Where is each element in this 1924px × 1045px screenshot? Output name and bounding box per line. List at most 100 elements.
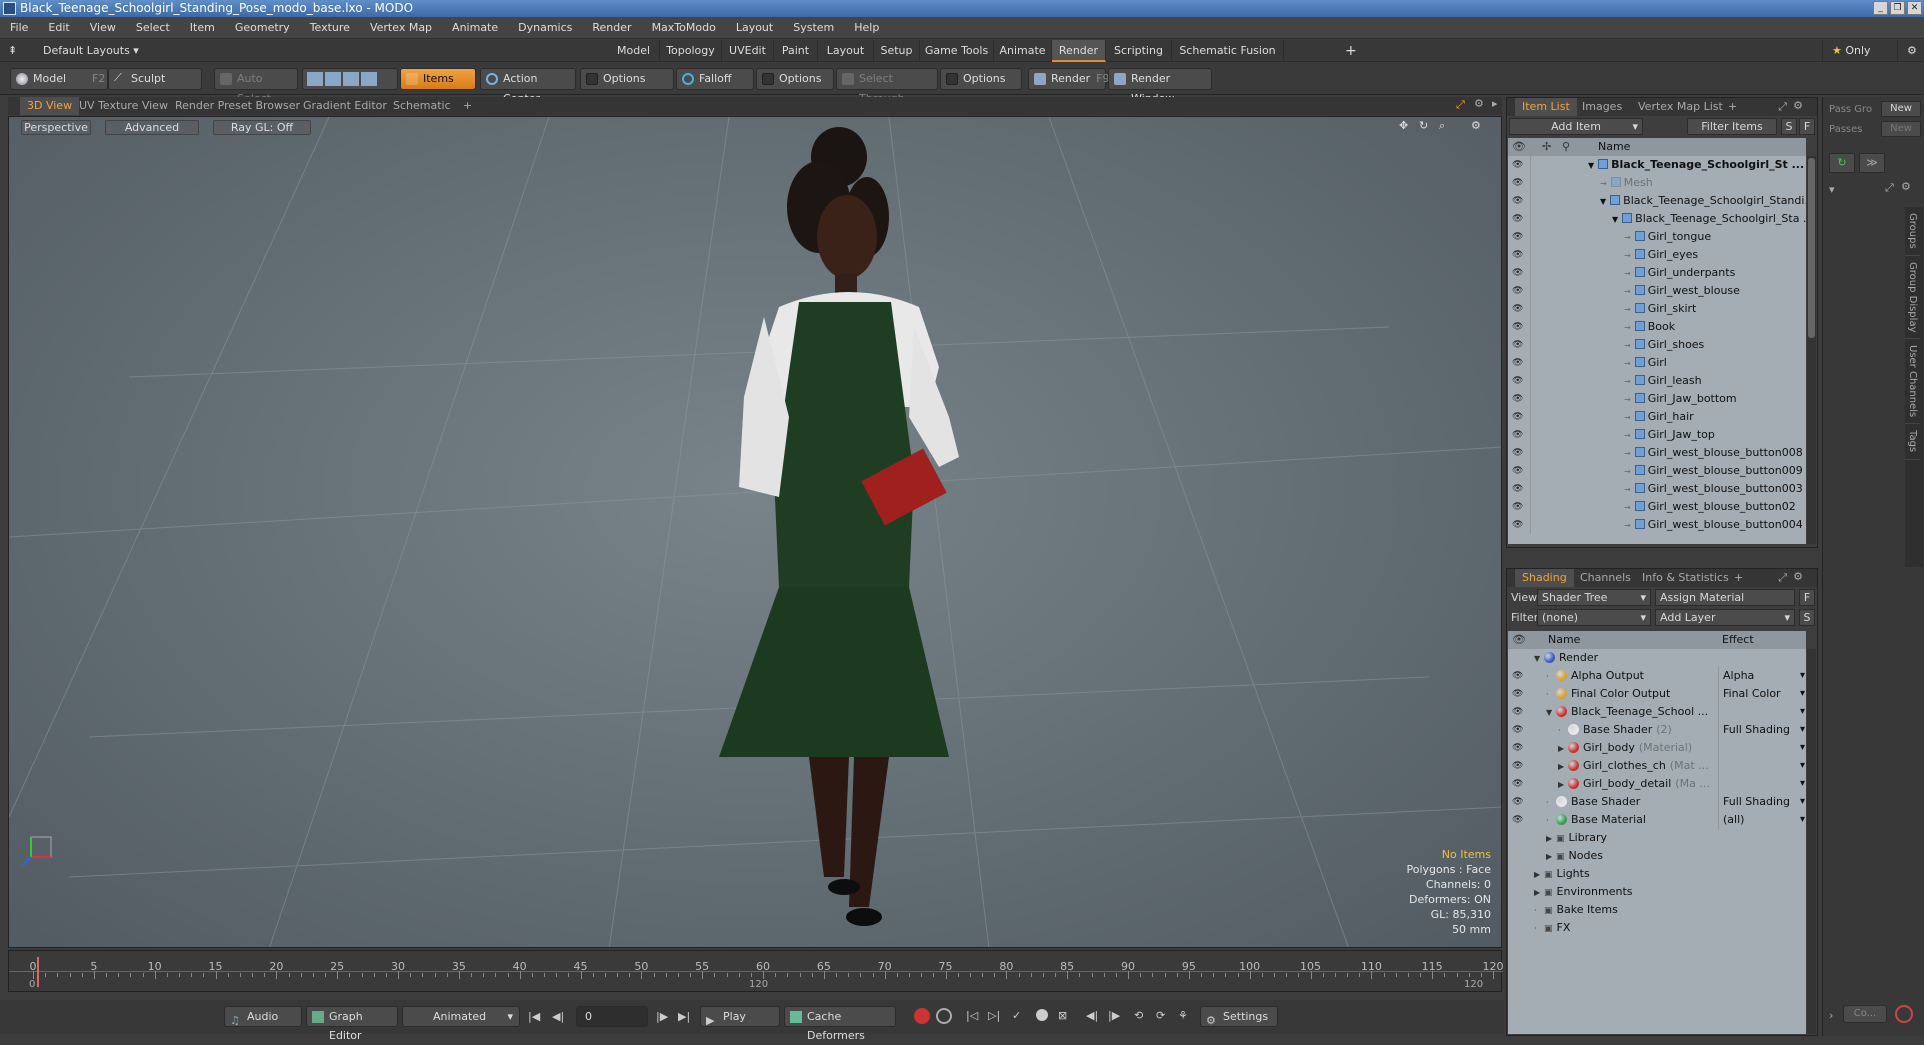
timeline[interactable]: 0 120 120 0 5 10 15 20 25 30 35 40 45 50 55 60 65 70 75…	[8, 950, 1504, 992]
render-window-button[interactable]: Render Window	[1108, 68, 1212, 105]
visibility-eye-icon[interactable]: 👁	[1512, 502, 1523, 512]
shader-row[interactable]: 👁 · Base Shader Full Shading	[1508, 793, 1806, 811]
expand-arrow-icon[interactable]: ▶	[1534, 866, 1544, 884]
effect-dropdown[interactable]	[1718, 703, 1806, 721]
add-layout-tab-button[interactable]: +	[1336, 40, 1366, 62]
item-row[interactable]: 👁 → Girl_west_blouse	[1508, 282, 1806, 300]
restore-button[interactable]: ❐	[1890, 1, 1905, 15]
viewport-tab-5[interactable]: +	[456, 97, 479, 115]
record-icon[interactable]	[1895, 1005, 1913, 1023]
side-tab-groups[interactable]: Groups	[1905, 207, 1920, 256]
visibility-eye-icon[interactable]: 👁	[1512, 340, 1523, 350]
effect-dropdown[interactable]: Final Color	[1718, 685, 1806, 703]
falloff-button[interactable]: Falloff	[676, 68, 754, 90]
only-toggle[interactable]: ★ Only	[1822, 40, 1898, 62]
shader-row[interactable]: 👁 ▼ Black_Teenage_School ...	[1508, 703, 1806, 721]
visibility-eye-icon[interactable]: 👁	[1512, 214, 1523, 224]
model-mode-button[interactable]: Model F2	[10, 68, 108, 90]
gear-icon[interactable]: ⚙	[1793, 99, 1803, 112]
auto-key-icon[interactable]	[936, 1008, 952, 1024]
chevron-right-icon[interactable]: ▸	[1492, 97, 1498, 110]
shading-tab-2[interactable]: Info & Statistics	[1635, 569, 1736, 587]
sculpt-mode-button[interactable]: ⟋ Sculpt	[108, 68, 202, 90]
shader-row[interactable]: 👁 ▶ Girl_body (Material)	[1508, 739, 1806, 757]
visibility-eye-icon[interactable]: 👁	[1512, 725, 1523, 735]
expand-arrow-icon[interactable]: ▼	[1588, 161, 1594, 170]
shading-tab-3[interactable]: +	[1727, 569, 1750, 587]
timeline-playhead[interactable]	[37, 957, 39, 987]
visibility-eye-icon[interactable]: 👁	[1512, 232, 1523, 242]
graph-editor-button[interactable]: Graph Editor	[306, 1006, 398, 1042]
expand-arrow-icon[interactable]: ▼	[1612, 215, 1618, 224]
item-row[interactable]: 👁 → Girl_hair	[1508, 408, 1806, 426]
materials-mode-icon[interactable]	[361, 72, 377, 86]
visibility-eye-icon[interactable]: 👁	[1512, 358, 1523, 368]
item-row[interactable]: 👁 → Girl_west_blouse_button02	[1508, 498, 1806, 516]
viewport-tab-0[interactable]: 3D View	[20, 97, 80, 115]
visibility-eye-icon[interactable]: 👁	[1512, 466, 1523, 476]
step-back-icon[interactable]: ◀|	[552, 1010, 564, 1023]
chevron-right-icon[interactable]: ›	[1829, 1009, 1833, 1022]
shader-row[interactable]: ▶ ▣ Lights	[1508, 865, 1806, 883]
expand-arrow-icon[interactable]: ▶	[1546, 830, 1556, 848]
item-row[interactable]: 👁 → Girl	[1508, 354, 1806, 372]
visibility-eye-icon[interactable]: 👁	[1512, 779, 1523, 789]
menu-render[interactable]: Render	[582, 17, 641, 39]
s-toggle[interactable]: S	[1781, 118, 1797, 135]
shader-tree-dropdown[interactable]: Shader Tree ▾	[1537, 589, 1651, 606]
motion-icon[interactable]: ⚘	[1178, 1009, 1188, 1022]
item-list-tab-3[interactable]: +	[1721, 98, 1744, 116]
next-key-icon[interactable]: |▶	[1108, 1009, 1120, 1022]
expand-icon[interactable]: ⤢	[1456, 98, 1465, 112]
menu-dynamics[interactable]: Dynamics	[508, 17, 582, 39]
command-input[interactable]: Co...	[1843, 1005, 1887, 1023]
shader-row[interactable]: · ▣ FX	[1508, 919, 1806, 937]
item-row[interactable]: 👁 ▼ Black_Teenage_Schoolgirl_Sta ...	[1508, 210, 1806, 228]
key-next-icon[interactable]: ▷|	[988, 1009, 1000, 1022]
shading-scrollbar[interactable]	[1807, 649, 1816, 1034]
menu-file[interactable]: File	[0, 17, 38, 39]
shader-row[interactable]: ▼ Render	[1508, 649, 1806, 667]
item-row[interactable]: 👁 → Girl_Jaw_top	[1508, 426, 1806, 444]
new-pass-button[interactable]: New	[1881, 121, 1921, 137]
key-set-icon[interactable]: ✓	[1012, 1009, 1021, 1022]
auto-select-button[interactable]: Auto Select	[214, 68, 298, 105]
item-list-tab-2[interactable]: Vertex Map List	[1631, 98, 1730, 116]
viewport-tab-2[interactable]: Render Preset Browser	[168, 97, 307, 115]
settings-button[interactable]: ⚙ Settings	[1200, 1006, 1278, 1027]
effect-dropdown[interactable]	[1718, 739, 1806, 757]
visibility-eye-icon[interactable]: 👁	[1512, 376, 1523, 386]
item-list-scrollbar[interactable]	[1807, 156, 1816, 544]
expand-icon[interactable]: ⤢	[1885, 181, 1894, 195]
effect-dropdown[interactable]: Full Shading	[1718, 721, 1806, 739]
shader-row[interactable]: ▶ ▣ Nodes	[1508, 847, 1806, 865]
items-mode-button[interactable]: Items	[400, 68, 476, 90]
menu-select[interactable]: Select	[126, 17, 180, 39]
item-row[interactable]: 👁 ▼ Black_Teenage_Schoolgirl_Standi...	[1508, 192, 1806, 210]
item-row[interactable]: 👁 → Mesh	[1508, 174, 1806, 192]
expand-arrow-icon[interactable]: ▼	[1600, 197, 1606, 206]
cycle-icon[interactable]: ⟳	[1156, 1009, 1165, 1022]
shader-row[interactable]: 👁 · Base Material (all)	[1508, 811, 1806, 829]
visibility-eye-icon[interactable]: 👁	[1512, 412, 1523, 422]
layouts-dropdown[interactable]: Default Layouts ▾	[34, 40, 148, 62]
visibility-eye-icon[interactable]: 👁	[1512, 286, 1523, 296]
menu-vertex-map[interactable]: Vertex Map	[360, 17, 442, 39]
shader-row[interactable]: ▶ ▣ Environments	[1508, 883, 1806, 901]
shader-row[interactable]: 👁 ▶ Girl_clothes_ch (Mat ...	[1508, 757, 1806, 775]
add-layer-dropdown[interactable]: Add Layer ▾	[1655, 609, 1795, 626]
layout-tab-game-tools[interactable]: Game Tools	[920, 40, 994, 62]
visibility-eye-icon[interactable]: 👁	[1512, 160, 1523, 170]
expand-icon[interactable]: ⤢	[1778, 571, 1787, 585]
cache-deformers-button[interactable]: Cache Deformers	[784, 1006, 896, 1042]
go-to-end-icon[interactable]: ▶|	[678, 1010, 690, 1023]
animated-dropdown[interactable]: Animated ▾	[402, 1006, 520, 1027]
gear-icon[interactable]: ⚙	[1901, 180, 1911, 193]
layout-tab-render[interactable]: Render	[1052, 40, 1106, 62]
menu-system[interactable]: System	[783, 17, 844, 39]
visibility-eye-icon[interactable]: 👁	[1512, 815, 1523, 825]
menu-view[interactable]: View	[80, 17, 126, 39]
item-row[interactable]: 👁 → Girl_leash	[1508, 372, 1806, 390]
expand-arrow-icon[interactable]: ▶	[1558, 740, 1568, 758]
edges-mode-icon[interactable]	[325, 72, 341, 86]
